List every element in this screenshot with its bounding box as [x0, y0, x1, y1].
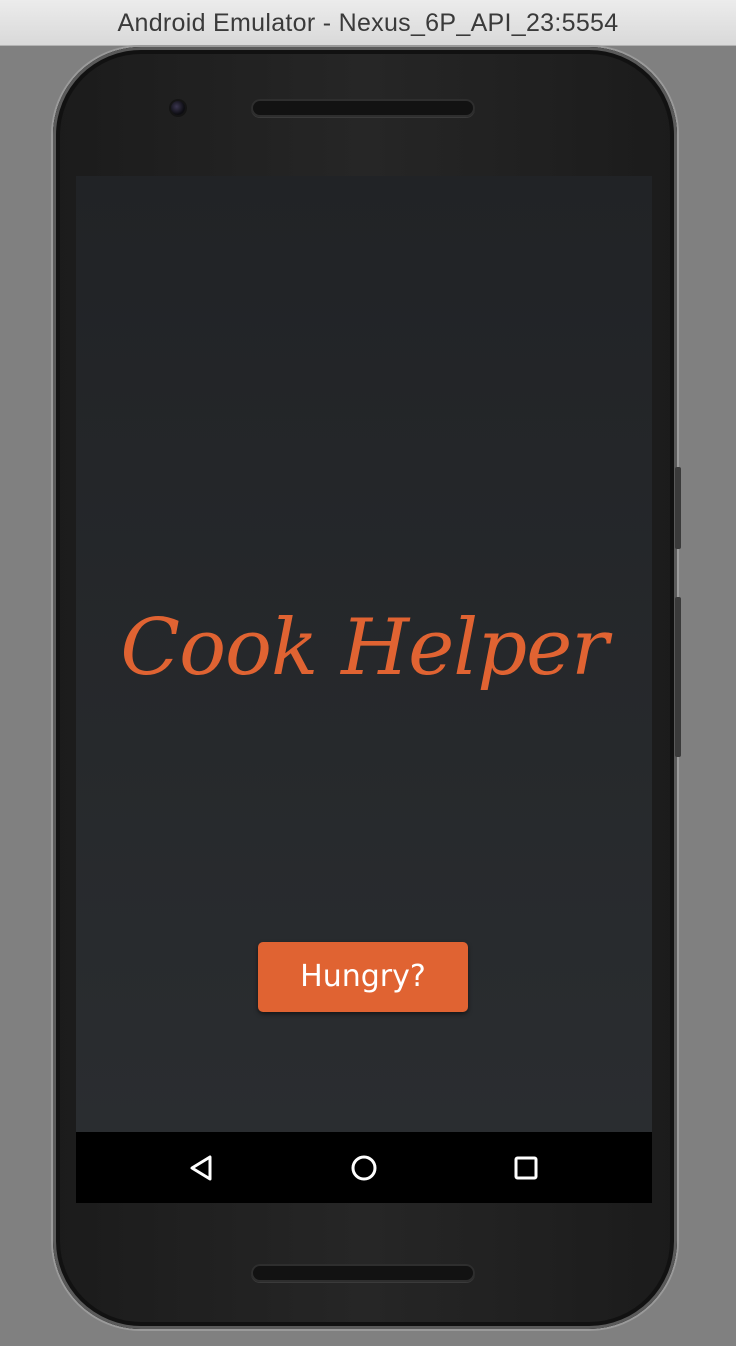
- power-button[interactable]: [675, 467, 681, 549]
- window-title: Android Emulator - Nexus_6P_API_23:5554: [117, 9, 619, 37]
- top-speaker-grille: [251, 99, 475, 117]
- home-button[interactable]: [346, 1150, 382, 1186]
- android-navigation-bar: [76, 1132, 652, 1203]
- volume-button[interactable]: [675, 597, 681, 757]
- recents-button[interactable]: [508, 1150, 544, 1186]
- window-titlebar[interactable]: Android Emulator - Nexus_6P_API_23:5554: [0, 0, 736, 46]
- back-triangle-icon: [190, 1155, 212, 1181]
- hungry-button[interactable]: Hungry?: [258, 942, 468, 1012]
- bottom-speaker-grille: [251, 1264, 475, 1282]
- app-screen: Cook Helper Hungry?: [76, 176, 652, 1132]
- home-circle-icon: [351, 1155, 377, 1181]
- front-camera-icon: [171, 101, 185, 115]
- phone-frame: Cook Helper Hungry?: [53, 47, 681, 1329]
- back-button[interactable]: [184, 1150, 220, 1186]
- app-title: Cook Helper: [120, 603, 608, 693]
- recents-square-icon: [514, 1156, 538, 1180]
- emulator-window: Android Emulator - Nexus_6P_API_23:5554 …: [0, 0, 736, 1346]
